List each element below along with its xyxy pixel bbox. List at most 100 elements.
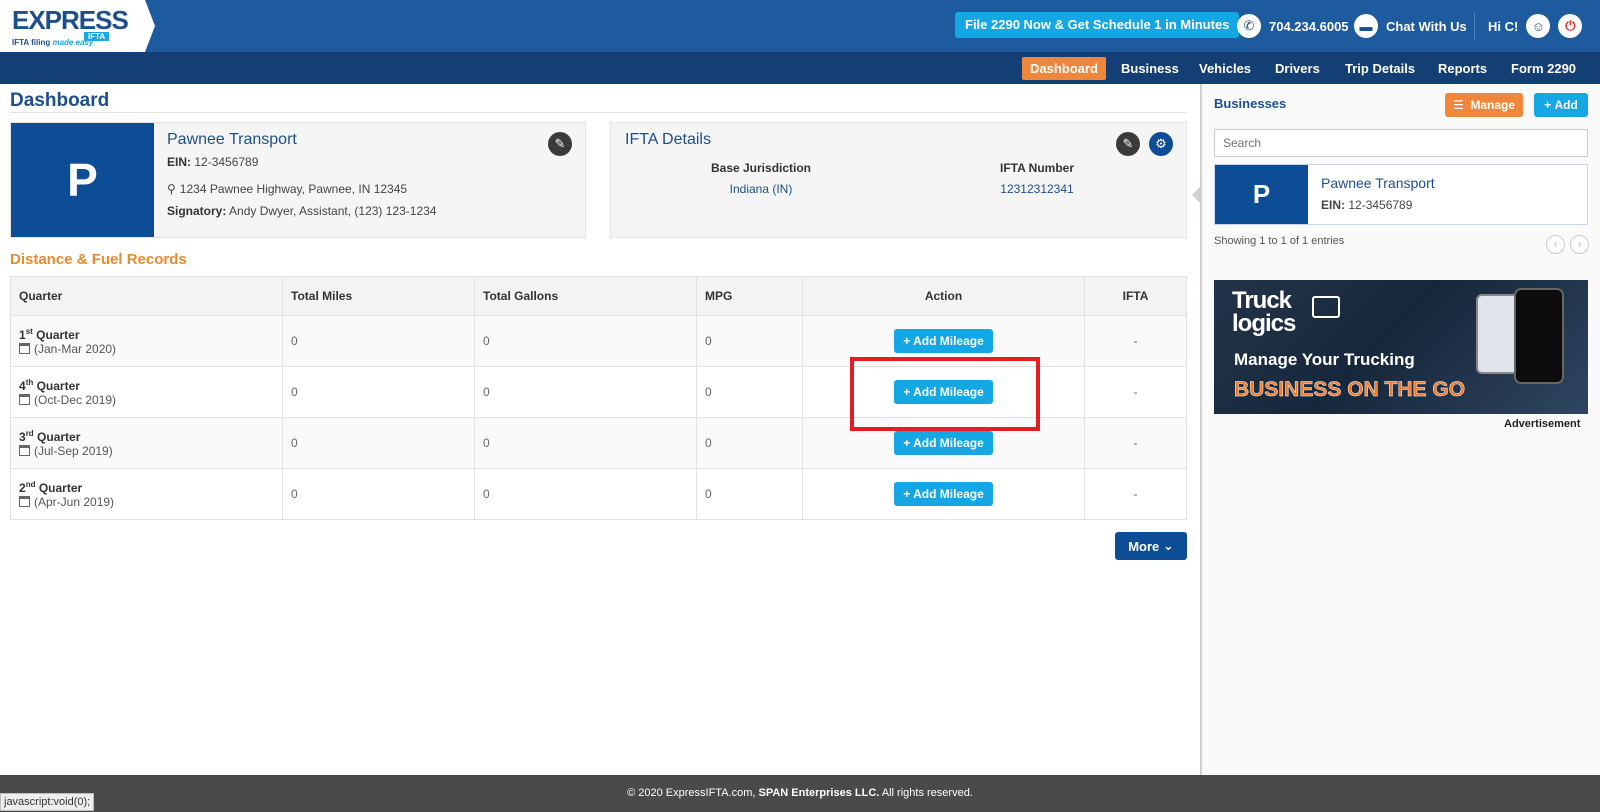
- quarter-name: 2nd Quarter: [19, 479, 83, 495]
- main-content: Dashboard P Pawnee Transport EIN: 12-345…: [0, 84, 1200, 775]
- file-2290-promo-button[interactable]: File 2290 Now & Get Schedule 1 in Minute…: [955, 12, 1240, 38]
- add-mileage-button[interactable]: + Add Mileage: [894, 482, 993, 506]
- mpg-cell: 0: [696, 417, 803, 469]
- main-nav: Dashboard Business Vehicles Drivers Trip…: [0, 52, 1600, 84]
- quarter-name: 1st Quarter: [19, 326, 80, 342]
- expressifta-logo[interactable]: EXPRESS IFTA IFTA filing made easy: [0, 0, 155, 52]
- business-list-ein: EIN: 12-3456789: [1321, 198, 1413, 212]
- double-chevron-down-icon: ⌄: [1162, 538, 1174, 553]
- ifta-details-card: IFTA Details Base Jurisdiction Indiana (…: [610, 122, 1187, 238]
- total-gallons-cell: 0: [474, 315, 697, 367]
- phone-graphic: [1514, 288, 1564, 384]
- total-miles-cell: 0: [282, 315, 475, 367]
- ifta-cell: -: [1084, 315, 1187, 367]
- edit-business-icon[interactable]: ✎: [548, 132, 572, 156]
- col-quarter: Quarter: [10, 276, 283, 316]
- col-total-miles: Total Miles: [282, 276, 475, 316]
- business-list-name: Pawnee Transport: [1321, 175, 1435, 191]
- add-mileage-button[interactable]: + Add Mileage: [894, 329, 993, 353]
- nav-vehicles[interactable]: Vehicles: [1191, 57, 1259, 80]
- mpg-cell: 0: [696, 315, 803, 367]
- title-divider: [10, 112, 1187, 113]
- user-icon[interactable]: ☺: [1526, 14, 1551, 38]
- top-header: EXPRESS IFTA IFTA filing made easy File …: [0, 0, 1600, 52]
- sidebar-pointer: [1192, 187, 1200, 203]
- settings-gear-icon[interactable]: ⚙: [1149, 132, 1173, 156]
- prev-page-icon[interactable]: ‹: [1546, 235, 1565, 254]
- footer-copyright: © 2020 ExpressIFTA.com,: [627, 787, 759, 799]
- nav-form-2290[interactable]: Form 2290: [1503, 57, 1584, 80]
- quarter-name: 4th Quarter: [19, 377, 80, 393]
- nav-business[interactable]: Business: [1113, 57, 1187, 80]
- power-icon[interactable]: ⏻: [1558, 14, 1583, 38]
- location-pin-icon: ⚲: [167, 182, 176, 196]
- nav-reports[interactable]: Reports: [1430, 57, 1495, 80]
- quarter-range: (Jul-Sep 2019): [19, 444, 274, 458]
- user-greeting: Hi C!: [1488, 18, 1519, 34]
- mpg-cell: 0: [696, 366, 803, 418]
- total-gallons-cell: 0: [474, 366, 697, 418]
- business-signatory: Signatory: Andy Dwyer, Assistant, (123) …: [167, 204, 437, 218]
- advertisement-label: Advertisement: [1504, 418, 1581, 430]
- col-ifta: IFTA: [1084, 276, 1187, 316]
- ifta-number-value: 12312312341: [1000, 182, 1074, 196]
- chat-icon: ▬: [1354, 14, 1378, 38]
- businesses-sidebar: Businesses ☰ Manage + Add P Pawnee Trans…: [1192, 84, 1600, 775]
- records-section-title: Distance & Fuel Records: [10, 251, 187, 268]
- footer-company: SPAN Enterprises LLC.: [758, 787, 880, 799]
- col-action: Action: [802, 276, 1085, 316]
- total-gallons-cell: 0: [474, 468, 697, 520]
- phone-contact[interactable]: ✆ 704.234.6005: [1237, 12, 1349, 40]
- entries-count: Showing 1 to 1 of 1 entries: [1214, 235, 1345, 247]
- quarter-range: (Apr-Jun 2019): [19, 495, 274, 509]
- business-summary-card: P Pawnee Transport EIN: 12-3456789 ⚲ 1234…: [10, 122, 586, 238]
- business-list-item[interactable]: P Pawnee Transport EIN: 12-3456789: [1214, 164, 1588, 225]
- quarter-cell: 4th Quarter (Oct-Dec 2019): [10, 366, 283, 418]
- business-ein: EIN: 12-3456789: [167, 155, 259, 169]
- nav-drivers[interactable]: Drivers: [1267, 57, 1328, 80]
- truck-logo-icon: [1312, 296, 1340, 318]
- user-menu[interactable]: Hi C! ☺ ⏻: [1488, 12, 1590, 40]
- sidebar-title: Businesses: [1214, 96, 1287, 111]
- page-title: Dashboard: [10, 90, 110, 111]
- ifta-cell: -: [1084, 417, 1187, 469]
- col-mpg: MPG: [696, 276, 803, 316]
- logo-tagline: IFTA filing made easy: [12, 38, 94, 47]
- trucklogics-advertisement[interactable]: Truck logics Manage Your Trucking BUSINE…: [1214, 280, 1588, 414]
- plus-icon: +: [1544, 98, 1552, 112]
- phone-number: 704.234.6005: [1269, 18, 1349, 34]
- add-business-button[interactable]: + Add: [1534, 93, 1588, 117]
- more-button[interactable]: More ⌄: [1115, 532, 1187, 560]
- header-divider: [1474, 12, 1475, 40]
- business-avatar-small: P: [1215, 165, 1308, 224]
- quarter-range: (Jan-Mar 2020): [19, 342, 274, 356]
- highlight-annotation-box: [850, 357, 1040, 431]
- chat-label: Chat With Us: [1386, 18, 1467, 34]
- quarter-name: 3rd Quarter: [19, 428, 81, 444]
- table-header-row: Quarter Total Miles Total Gallons MPG Ac…: [10, 276, 1187, 316]
- ifta-cell: -: [1084, 468, 1187, 520]
- business-search-input[interactable]: [1214, 129, 1588, 157]
- quarter-cell: 1st Quarter (Jan-Mar 2020): [10, 315, 283, 367]
- ifta-number-label: IFTA Number: [1000, 161, 1074, 175]
- ad-subheadline: BUSINESS ON THE GO: [1234, 378, 1466, 402]
- business-avatar: P: [11, 123, 154, 237]
- edit-ifta-icon[interactable]: ✎: [1116, 132, 1140, 156]
- nav-dashboard[interactable]: Dashboard: [1022, 57, 1106, 80]
- quarter-cell: 3rd Quarter (Jul-Sep 2019): [10, 417, 283, 469]
- ad-brand-truck: Truck: [1232, 287, 1292, 314]
- action-cell: + Add Mileage: [802, 468, 1085, 520]
- add-mileage-button[interactable]: + Add Mileage: [894, 431, 993, 455]
- business-name[interactable]: Pawnee Transport: [167, 131, 297, 149]
- logo-wordmark: EXPRESS: [12, 5, 129, 35]
- phone-icon: ✆: [1237, 14, 1261, 38]
- next-page-icon[interactable]: ›: [1570, 235, 1589, 254]
- ifta-cell: -: [1084, 366, 1187, 418]
- total-miles-cell: 0: [282, 417, 475, 469]
- nav-trip-details[interactable]: Trip Details: [1337, 57, 1423, 80]
- manage-button[interactable]: ☰ Manage: [1445, 93, 1523, 117]
- ad-brand-logics: logics: [1232, 310, 1296, 337]
- base-jurisdiction-value: Indiana (IN): [729, 182, 793, 196]
- table-row: 2nd Quarter (Apr-Jun 2019) 0 0 0 + Add M…: [10, 468, 1187, 520]
- chat-button[interactable]: ▬ Chat With Us: [1354, 12, 1467, 40]
